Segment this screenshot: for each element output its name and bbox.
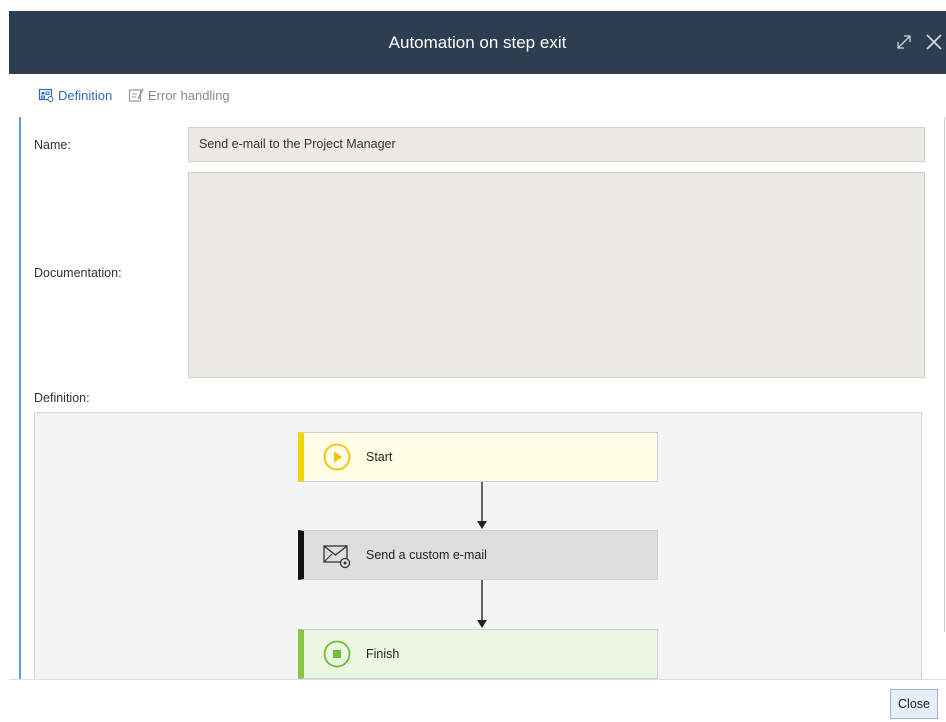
stop-icon [323,640,351,668]
tab-definition-label: Definition [58,87,113,103]
panel-scrollbar[interactable] [944,117,945,632]
tab-error-handling-label: Error handling [148,87,230,103]
workflow-node-finish[interactable]: Finish [298,629,658,679]
dialog-footer: Close [9,679,946,722]
name-label: Name: [34,138,71,152]
dialog-title: Automation on step exit [388,33,567,52]
definition-label: Definition: [34,391,90,405]
email-gear-icon [323,545,351,569]
connector-arrow [477,482,487,529]
documentation-label: Documentation: [34,266,122,280]
dialog-titlebar: Automation on step exit [9,11,946,74]
workflow-node-send-email[interactable]: Send a custom e-mail [298,530,658,580]
close-button[interactable]: Close [890,689,938,719]
close-icon[interactable] [924,32,944,52]
play-icon [323,443,351,471]
workflow-node-start[interactable]: Start [298,432,658,482]
workflow-canvas[interactable]: Start Send a custom e-mail Finish [34,412,922,679]
workflow-node-label: Send a custom e-mail [366,548,487,562]
maximize-icon[interactable] [894,32,914,52]
name-field[interactable]: Send e-mail to the Project Manager [188,127,925,162]
workflow-node-label: Finish [366,647,400,661]
tab-bar: Definition Error handling [9,74,946,114]
workflow-node-label: Start [366,450,393,464]
error-handling-icon [128,88,144,102]
tab-error-handling[interactable]: Error handling [128,86,230,104]
connector-arrow [477,580,487,628]
documentation-field[interactable] [188,172,925,378]
definition-icon [38,88,54,102]
tab-definition[interactable]: Definition [38,86,112,104]
